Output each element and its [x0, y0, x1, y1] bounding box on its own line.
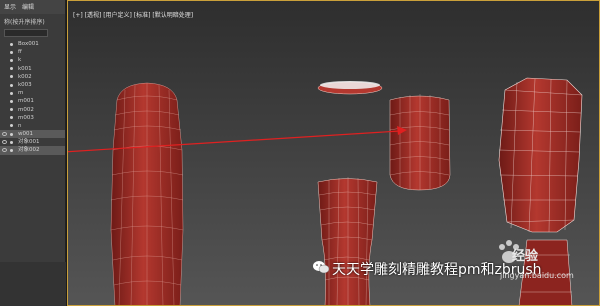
- object-dot-icon: [10, 75, 13, 79]
- list-item[interactable]: 对象002: [0, 146, 65, 155]
- panel-sort-header[interactable]: 称(按升序排序): [0, 14, 65, 27]
- list-item-label: m003: [18, 114, 34, 121]
- list-item-label: Box001: [18, 41, 39, 47]
- list-item[interactable]: m002: [0, 106, 65, 114]
- list-item-label: m001: [18, 98, 34, 105]
- list-item-label: k: [18, 57, 22, 64]
- list-item[interactable]: m003: [0, 114, 65, 122]
- object-dot-icon: [10, 58, 13, 62]
- list-item[interactable]: Box001: [0, 40, 65, 48]
- brand-text: 经验: [512, 249, 539, 264]
- list-item[interactable]: w001: [0, 130, 65, 139]
- object-dot-icon: [10, 91, 13, 95]
- panel-menu-bar: 显示 编辑: [0, 0, 65, 14]
- object-dot-icon: [10, 140, 13, 144]
- panel-search-field[interactable]: [4, 29, 48, 37]
- list-item-label: k002: [18, 73, 32, 80]
- list-item-label: m: [18, 90, 24, 97]
- object-dot-icon: [10, 67, 13, 71]
- panel-footer: [0, 262, 66, 306]
- list-item-label: ff: [18, 49, 22, 56]
- list-item[interactable]: k002: [0, 73, 65, 81]
- object-dot-icon: [10, 50, 13, 54]
- list-item-label: m002: [18, 106, 34, 113]
- list-item[interactable]: k001: [0, 65, 65, 73]
- list-item[interactable]: m001: [0, 97, 65, 105]
- wechat-icon: [313, 261, 329, 274]
- object-dot-icon: [10, 42, 13, 46]
- object-dot-icon: [10, 132, 13, 136]
- brand-url: jingyan.baidu.com: [500, 271, 574, 280]
- scene-object-list: Box001 ff k k001 k002 k003 m m001 m002 m…: [0, 40, 65, 155]
- bottom-vase-mesh[interactable]: [317, 177, 378, 306]
- object-dot-icon: [10, 116, 13, 120]
- eye-icon[interactable]: [2, 132, 7, 137]
- object-dot-icon: [10, 124, 13, 128]
- viewport-label[interactable]: [+] [透视] [用户定义] [标准] [默认明暗处理]: [73, 10, 193, 19]
- eye-icon[interactable]: [2, 140, 7, 145]
- list-item[interactable]: ff: [0, 48, 65, 56]
- object-dot-icon: [10, 108, 13, 112]
- list-item-label: k003: [18, 81, 32, 88]
- list-item[interactable]: m: [0, 89, 65, 97]
- tall-vase-mesh[interactable]: [110, 82, 184, 306]
- object-dot-icon: [10, 149, 13, 153]
- list-item[interactable]: k003: [0, 81, 65, 89]
- list-item-label: w001: [18, 131, 33, 138]
- menu-edit[interactable]: 编辑: [22, 2, 34, 12]
- object-dot-icon: [10, 83, 13, 87]
- scene-explorer-panel: 显示 编辑 称(按升序排序) Box001 ff k k001 k002 k00…: [0, 0, 66, 306]
- floating-lid-mesh[interactable]: [317, 81, 383, 95]
- list-item[interactable]: k: [0, 56, 65, 64]
- cylinder-mesh[interactable]: [389, 94, 451, 191]
- list-item-label: 对象001: [18, 139, 40, 146]
- list-item-label: 对象002: [18, 147, 40, 154]
- list-item[interactable]: 对象001: [0, 138, 65, 146]
- menu-display[interactable]: 显示: [4, 2, 16, 12]
- eye-icon[interactable]: [2, 148, 7, 153]
- list-item-label: k001: [18, 65, 32, 72]
- list-item-label: n: [18, 122, 22, 129]
- object-dot-icon: [10, 99, 13, 103]
- list-item[interactable]: n: [0, 122, 65, 130]
